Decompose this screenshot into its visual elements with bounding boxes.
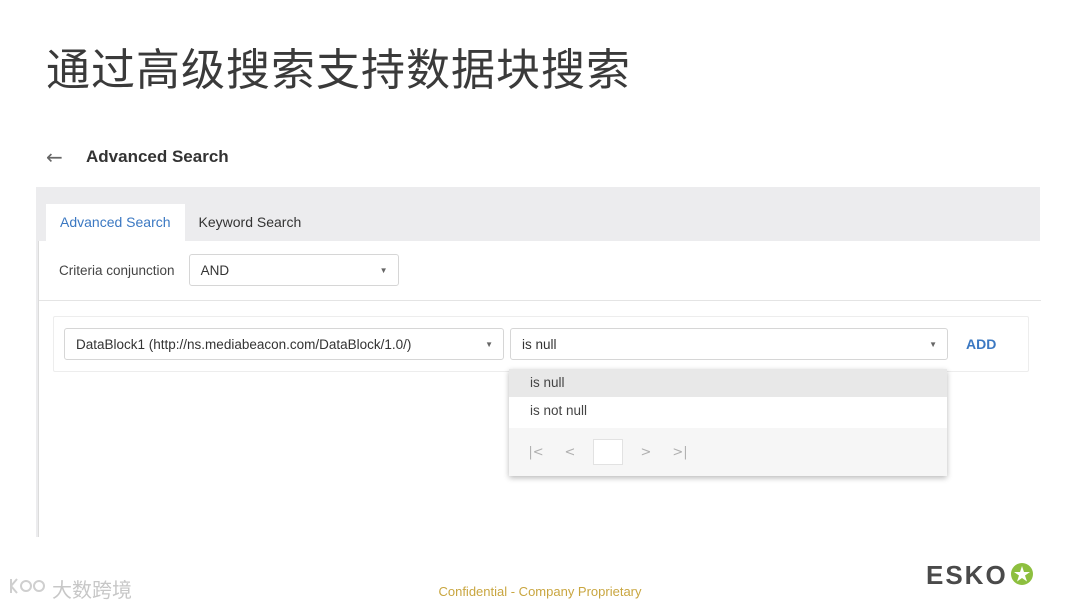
page-title: Advanced Search (86, 147, 229, 166)
tab-keyword-search[interactable]: Keyword Search (185, 204, 316, 241)
add-button[interactable]: ADD (966, 328, 996, 360)
conjunction-value: AND (200, 263, 230, 278)
conjunction-row: Criteria conjunction AND ▼ (59, 253, 399, 287)
last-page-icon[interactable]: >| (663, 445, 697, 460)
slide-title: 通过高级搜索支持数据块搜索 (46, 45, 631, 96)
caret-down-icon: ▼ (379, 266, 388, 275)
tab-advanced-search[interactable]: Advanced Search (46, 204, 185, 241)
dropdown-option-is-not-null[interactable]: is not null (509, 397, 947, 425)
arrow-left-icon[interactable]: ← (46, 145, 70, 169)
page-number-input[interactable] (593, 439, 623, 465)
confidential-footer: Confidential - Company Proprietary (438, 584, 642, 599)
operator-select-value: is null (522, 337, 557, 352)
caret-down-icon: ▼ (485, 340, 493, 349)
caret-down-icon: ▼ (929, 340, 937, 349)
conjunction-select[interactable]: AND ▼ (188, 254, 399, 286)
dropdown-option-is-null[interactable]: is null (509, 369, 947, 397)
next-page-icon[interactable]: > (629, 445, 663, 460)
field-select-value: DataBlock1 (http://ns.mediabeacon.com/Da… (76, 337, 412, 352)
criteria-row: DataBlock1 (http://ns.mediabeacon.com/Da… (53, 316, 1029, 372)
app-header: ← Advanced Search (46, 144, 229, 170)
brand-name: ESKO (926, 560, 1008, 590)
search-panel: Advanced Search Keyword Search Criteria … (36, 187, 1041, 537)
first-page-icon[interactable]: |< (519, 445, 553, 460)
field-select[interactable]: DataBlock1 (http://ns.mediabeacon.com/Da… (64, 328, 504, 360)
conjunction-label: Criteria conjunction (59, 262, 175, 278)
tab-bar: Advanced Search Keyword Search (46, 204, 315, 241)
divider (39, 300, 1041, 301)
operator-select[interactable]: is null ▼ (510, 328, 948, 360)
prev-page-icon[interactable]: < (553, 445, 587, 460)
dropdown-pager: |< < > >| (509, 428, 947, 476)
operator-dropdown: is null is not null |< < > >| (509, 369, 947, 476)
esko-star-icon (1010, 562, 1034, 590)
esko-logo: ESKO (926, 560, 1034, 591)
advanced-search-content: Criteria conjunction AND ▼ DataBlock1 (h… (38, 241, 1041, 537)
